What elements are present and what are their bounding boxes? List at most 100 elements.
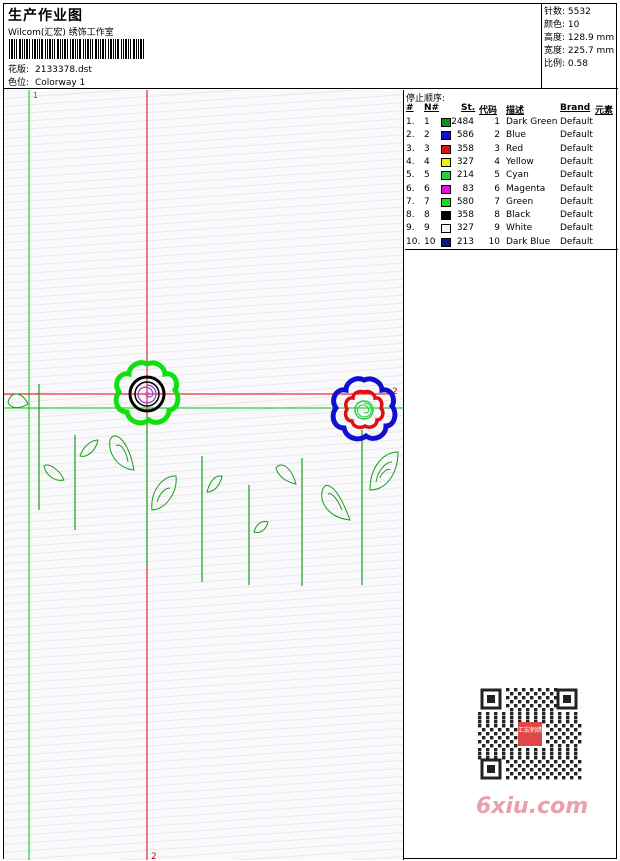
row-index: 5. bbox=[406, 170, 415, 181]
stat-width: 宽度: 225.7 mm bbox=[544, 46, 615, 56]
leaves bbox=[7, 393, 399, 533]
row-desc: Cyan bbox=[506, 170, 529, 181]
row-needle: 10 bbox=[424, 236, 436, 247]
leaf-spiral bbox=[151, 475, 177, 511]
row-needle: 6 bbox=[424, 183, 430, 194]
sheet-header: 生产作业图 Wilcom(汇宏) 绣饰工作室 花版: 2133378.dst 色位… bbox=[4, 4, 618, 89]
row-index: 4. bbox=[406, 156, 415, 167]
row-stitches: 327 bbox=[456, 223, 474, 234]
row-index: 9. bbox=[406, 223, 415, 234]
col-header-element: 元素 bbox=[595, 106, 614, 116]
leaf bbox=[7, 393, 29, 409]
stop-sequence-panel: 停止顺序: # N# St. 代码 描述 Brand 元素 1. 1 2484 1 Da… bbox=[405, 90, 618, 250]
row-brand: Default bbox=[560, 236, 593, 247]
stop-row: 10. 10 213 10 Dark Blue Default bbox=[405, 236, 618, 249]
leaf-spiral bbox=[109, 435, 135, 471]
sheet-title: 生产作业图 bbox=[8, 8, 83, 24]
header-info: 生产作业图 Wilcom(汇宏) 绣饰工作室 花版: 2133378.dst 色位… bbox=[4, 4, 542, 89]
color-swatch bbox=[441, 197, 451, 207]
row-desc: Dark Green bbox=[506, 117, 558, 127]
row-stitches: 83 bbox=[462, 183, 474, 194]
row-stitches: 358 bbox=[456, 210, 474, 221]
colorway-line: 色位: Colorway 1 bbox=[8, 75, 85, 88]
design-file-value: 2133378.dst bbox=[35, 65, 92, 75]
row-brand: Default bbox=[560, 130, 593, 141]
petal-outline bbox=[330, 376, 398, 442]
row-code: 6 bbox=[494, 183, 500, 194]
row-brand: Default bbox=[560, 210, 593, 221]
stat-height: 高度: 128.9 mm bbox=[544, 33, 615, 43]
embroidery-preview: 1 2 2 bbox=[4, 90, 404, 860]
row-desc: Black bbox=[506, 210, 531, 221]
row-index: 1. bbox=[406, 117, 415, 127]
row-needle: 3 bbox=[424, 143, 430, 154]
leaf bbox=[43, 464, 65, 481]
color-swatch bbox=[441, 144, 451, 154]
row-brand: Default bbox=[560, 117, 593, 127]
row-code: 3 bbox=[494, 143, 500, 154]
row-needle: 2 bbox=[424, 130, 430, 141]
color-swatch bbox=[441, 118, 451, 127]
row-brand: Default bbox=[560, 196, 593, 207]
row-brand: Default bbox=[560, 143, 593, 154]
colorway-value: Colorway 1 bbox=[35, 78, 86, 88]
leaf bbox=[206, 475, 223, 493]
stop-row: 4. 4 327 4 Yellow Default bbox=[405, 156, 618, 169]
row-code: 8 bbox=[494, 210, 500, 221]
row-code: 4 bbox=[494, 156, 500, 167]
design-file-label: 花版: bbox=[8, 65, 30, 75]
company-name: Wilcom(汇宏) 绣饰工作室 bbox=[8, 28, 114, 38]
color-swatch bbox=[441, 224, 451, 234]
row-stitches: 327 bbox=[456, 156, 474, 167]
row-desc: Blue bbox=[506, 130, 526, 141]
row-desc: Magenta bbox=[506, 183, 546, 194]
color-swatch bbox=[441, 211, 451, 221]
row-desc: Dark Blue bbox=[506, 236, 551, 247]
qr-badge-text: 汇宏刺绣 bbox=[518, 726, 542, 734]
design-file-line: 花版: 2133378.dst bbox=[8, 62, 92, 75]
stat-stitches: 针数: 5532 bbox=[544, 7, 591, 17]
leaf bbox=[253, 521, 269, 533]
row-code: 2 bbox=[494, 130, 500, 141]
stems bbox=[38, 384, 363, 586]
stop-row: 1. 1 2484 1 Dark Green Default bbox=[405, 116, 618, 129]
stop-row: 8. 8 358 8 Black Default bbox=[405, 209, 618, 222]
red-guide-marker-bottom: 2 bbox=[151, 852, 157, 860]
row-stitches: 2484 bbox=[451, 117, 474, 127]
color-swatch bbox=[441, 131, 451, 141]
col-header-code: 代码 bbox=[479, 106, 498, 116]
row-code: 1 bbox=[494, 117, 500, 127]
barcode-icon bbox=[9, 39, 144, 59]
stop-row: 3. 3 358 3 Red Default bbox=[405, 143, 618, 156]
row-index: 10. bbox=[406, 236, 421, 247]
flower-right bbox=[330, 376, 398, 442]
color-swatch bbox=[441, 157, 451, 167]
leaf-spiral bbox=[369, 451, 399, 491]
row-needle: 7 bbox=[424, 196, 430, 207]
col-header-desc: 描述 bbox=[506, 106, 525, 116]
row-code: 5 bbox=[494, 170, 500, 181]
col-header-num: # bbox=[406, 103, 414, 113]
row-brand: Default bbox=[560, 170, 593, 181]
col-header-brand: Brand bbox=[560, 103, 591, 113]
row-needle: 8 bbox=[424, 210, 430, 221]
row-stitches: 586 bbox=[456, 130, 474, 141]
row-needle: 5 bbox=[424, 170, 430, 181]
row-needle: 9 bbox=[424, 223, 430, 234]
row-index: 7. bbox=[406, 196, 415, 207]
inner-petal bbox=[343, 389, 385, 430]
color-swatch bbox=[441, 184, 451, 194]
leaf-spiral bbox=[321, 484, 351, 521]
row-needle: 4 bbox=[424, 156, 430, 167]
row-desc: White bbox=[506, 223, 533, 234]
row-code: 9 bbox=[494, 223, 500, 234]
row-index: 8. bbox=[406, 210, 415, 221]
row-stitches: 358 bbox=[456, 143, 474, 154]
colorway-label: 色位: bbox=[8, 78, 30, 88]
row-stitches: 213 bbox=[456, 236, 474, 247]
design-stats: 针数: 5532 颜色: 10 高度: 128.9 mm 宽度: 225.7 m… bbox=[543, 4, 618, 89]
qr-code-icon: 汇宏刺绣 bbox=[474, 684, 584, 784]
row-needle: 1 bbox=[424, 117, 430, 127]
row-brand: Default bbox=[560, 156, 593, 167]
color-swatch bbox=[441, 171, 451, 181]
